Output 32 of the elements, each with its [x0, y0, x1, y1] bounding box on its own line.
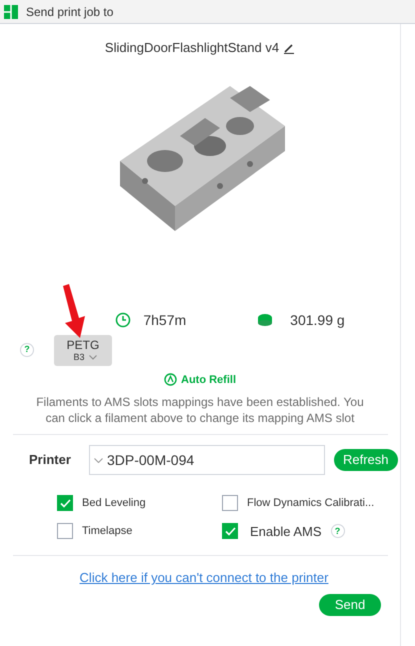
refresh-button[interactable]: Refresh	[334, 449, 398, 471]
help-icon[interactable]: ?	[330, 524, 345, 538]
checkmark-icon	[60, 498, 70, 508]
arrow-icon	[60, 283, 86, 339]
app-logo-icon	[4, 4, 18, 18]
option-label: Flow Dynamics Calibrati...	[247, 496, 374, 511]
clock-icon	[115, 312, 132, 328]
printer-dropdown[interactable]: 3DP-00M-094	[89, 445, 325, 475]
filament-button[interactable]: PETG B3	[54, 334, 112, 366]
option-label: Timelapse	[82, 524, 132, 539]
checkbox[interactable]	[57, 495, 73, 512]
model-name: SlidingDoorFlashlightStand v4	[104, 39, 280, 57]
send-button[interactable]: Send	[319, 594, 381, 616]
edit-icon[interactable]	[283, 42, 296, 54]
auto-refill-label[interactable]: Auto Refill	[181, 372, 236, 388]
mapping-note: Filaments to AMS slots mappings have been established. You can click a filament above to change its mapping AMS slot	[35, 394, 365, 426]
filament-spool-icon	[256, 313, 274, 327]
chevron-down-icon	[88, 354, 96, 360]
help-icon[interactable]: ?	[20, 343, 34, 357]
option-label: Enable AMS	[250, 522, 322, 540]
print-time: 7h57m	[143, 310, 186, 330]
checkbox[interactable]	[222, 523, 238, 540]
checkbox[interactable]	[57, 523, 73, 540]
checkmark-icon	[224, 526, 236, 536]
chevron-down-icon	[94, 458, 103, 462]
printer-label: Printer	[29, 451, 72, 470]
auto-refill-icon	[164, 373, 177, 386]
window-title: Send print job to	[26, 4, 114, 20]
option-label: Bed Leveling	[82, 496, 146, 511]
help-link[interactable]: Click here if you can't connect to the printer	[80, 568, 328, 588]
checkbox[interactable]	[222, 495, 238, 512]
filament-weight: 301.99 g	[290, 310, 345, 330]
